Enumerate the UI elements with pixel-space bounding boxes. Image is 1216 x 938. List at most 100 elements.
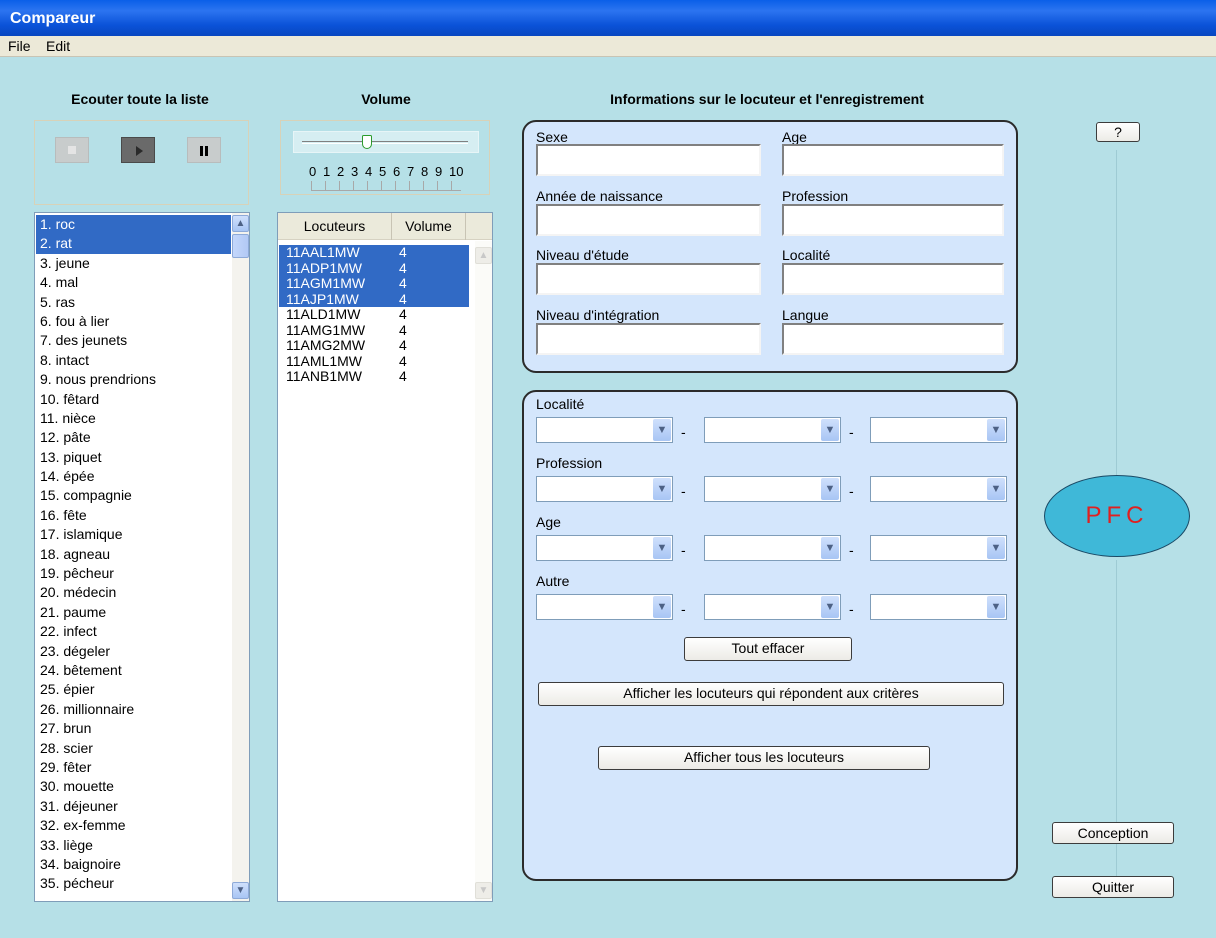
column-header-volume[interactable]: Volume (392, 213, 466, 240)
column-header-locuteurs[interactable]: Locuteurs (278, 213, 392, 240)
word-list-item[interactable]: 19. pêcheur (36, 564, 231, 583)
word-list-item[interactable]: 30. mouette (36, 777, 231, 796)
word-list-item[interactable]: 20. médecin (36, 583, 231, 602)
field-sexe[interactable] (536, 144, 761, 176)
speaker-row[interactable]: 11ANB1MW 4 (279, 369, 469, 385)
word-list-item[interactable]: 3. jeune (36, 254, 231, 273)
word-list-item[interactable]: 21. paume (36, 603, 231, 622)
quit-button[interactable]: Quitter (1052, 876, 1174, 898)
filter-localite-select-1[interactable]: ▼ (536, 417, 673, 443)
word-list-item[interactable]: 24. bêtement (36, 661, 231, 680)
word-list-item[interactable]: 33. liège (36, 836, 231, 855)
word-list-scroll-thumb[interactable] (232, 234, 249, 258)
chevron-down-icon[interactable]: ▼ (987, 419, 1005, 441)
speakers-scrollbar[interactable]: ▲ ▼ (475, 241, 492, 901)
speaker-volume: 4 (399, 368, 407, 384)
filter-autre-select-2[interactable]: ▼ (704, 594, 841, 620)
word-list-scrollbar[interactable]: ▲ ▼ (232, 213, 249, 901)
word-list-item[interactable]: 9. nous prendrions (36, 370, 231, 389)
word-list-item[interactable]: 31. déjeuner (36, 797, 231, 816)
speaker-row[interactable]: 11AML1MW 4 (279, 353, 469, 370)
chevron-down-icon[interactable]: ▼ (653, 419, 671, 441)
menu-file[interactable]: File (8, 38, 31, 54)
field-age[interactable] (782, 144, 1004, 176)
word-list-item[interactable]: 13. piquet (36, 448, 231, 467)
speaker-row[interactable]: 11AMG1MW 4 (279, 322, 469, 339)
word-list-item[interactable]: 5. ras (36, 293, 231, 312)
filter-profession-select-1[interactable]: ▼ (536, 476, 673, 502)
chevron-down-icon[interactable]: ▼ (821, 537, 839, 559)
pause-button[interactable] (187, 137, 221, 163)
word-list-item[interactable]: 15. compagnie (36, 486, 231, 505)
speaker-row[interactable]: 11AMG2MW 4 (279, 338, 469, 354)
speaker-row[interactable]: 11AJP1MW 4 (279, 291, 469, 307)
conception-button[interactable]: Conception (1052, 822, 1174, 844)
word-list-item[interactable]: 2. rat (36, 234, 231, 254)
volume-slider-thumb[interactable] (362, 135, 372, 149)
field-niveau-etude[interactable] (536, 263, 761, 295)
word-list-item[interactable]: 25. épier (36, 680, 231, 699)
word-list-item[interactable]: 17. islamique (36, 525, 231, 544)
chevron-down-icon[interactable]: ▼ (987, 596, 1005, 618)
word-list-item[interactable]: 34. baignoire (36, 855, 231, 874)
speaker-row[interactable]: 11ADP1MW 4 (279, 260, 469, 276)
play-button[interactable] (121, 137, 155, 163)
word-list-item[interactable]: 8. intact (36, 351, 231, 370)
filter-localite-select-3[interactable]: ▼ (870, 417, 1007, 443)
field-langue[interactable] (782, 323, 1004, 355)
word-list-item[interactable]: 26. millionnaire (36, 700, 231, 719)
filter-autre-select-1[interactable]: ▼ (536, 594, 673, 620)
scroll-down-icon[interactable]: ▼ (232, 882, 249, 899)
word-list-item[interactable]: 6. fou à lier (36, 312, 231, 331)
word-list-item[interactable]: 12. pâte (36, 428, 231, 447)
word-list-item[interactable]: 16. fête (36, 506, 231, 525)
word-list-item[interactable]: 7. des jeunets (36, 331, 231, 350)
chevron-down-icon[interactable]: ▼ (821, 419, 839, 441)
scroll-down-icon[interactable]: ▼ (475, 882, 492, 899)
menu-edit[interactable]: Edit (46, 38, 70, 54)
stop-button[interactable] (55, 137, 89, 163)
word-list[interactable]: 1. roc 2. rat 3. jeune 4. mal 5. ras 6. fou à… (34, 212, 250, 902)
field-annee-naissance[interactable] (536, 204, 761, 236)
filter-profession-select-3[interactable]: ▼ (870, 476, 1007, 502)
word-list-item[interactable]: 22. infect (36, 622, 231, 641)
word-list-item[interactable]: 35. pécheur (36, 874, 231, 893)
filter-age-select-1[interactable]: ▼ (536, 535, 673, 561)
field-niveau-integration[interactable] (536, 323, 761, 355)
clear-button[interactable]: Tout effacer (684, 637, 852, 661)
chevron-down-icon[interactable]: ▼ (987, 537, 1005, 559)
scroll-up-icon[interactable]: ▲ (475, 247, 492, 264)
scroll-up-icon[interactable]: ▲ (232, 215, 249, 232)
filter-localite-select-2[interactable]: ▼ (704, 417, 841, 443)
chevron-down-icon[interactable]: ▼ (821, 478, 839, 500)
word-list-item[interactable]: 29. fêter (36, 758, 231, 777)
chevron-down-icon[interactable]: ▼ (987, 478, 1005, 500)
speakers-table[interactable]: Locuteurs Volume 11AAL1MW 4 11ADP1MW 4 11AGM… (277, 212, 493, 902)
filter-autre-select-3[interactable]: ▼ (870, 594, 1007, 620)
word-list-item[interactable]: 23. dégeler (36, 642, 231, 661)
show-matching-speakers-button[interactable]: Afficher les locuteurs qui répondent aux… (538, 682, 1004, 706)
chevron-down-icon[interactable]: ▼ (653, 537, 671, 559)
chevron-down-icon[interactable]: ▼ (821, 596, 839, 618)
word-list-item[interactable]: 14. épée (36, 467, 231, 486)
word-list-item[interactable]: 1. roc (36, 215, 231, 235)
chevron-down-icon[interactable]: ▼ (653, 478, 671, 500)
word-list-item[interactable]: 27. brun (36, 719, 231, 738)
word-list-item[interactable]: 18. agneau (36, 545, 231, 564)
word-list-item[interactable]: 32. ex-femme (36, 816, 231, 835)
chevron-down-icon[interactable]: ▼ (653, 596, 671, 618)
field-localite[interactable] (782, 263, 1004, 295)
speaker-row[interactable]: 11ALD1MW 4 (279, 307, 469, 323)
filter-age-select-3[interactable]: ▼ (870, 535, 1007, 561)
filter-age-select-2[interactable]: ▼ (704, 535, 841, 561)
speaker-row[interactable]: 11AGM1MW 4 (279, 276, 469, 292)
help-button[interactable]: ? (1096, 122, 1140, 142)
show-all-speakers-button[interactable]: Afficher tous les locuteurs (598, 746, 930, 770)
filter-profession-select-2[interactable]: ▼ (704, 476, 841, 502)
word-list-item[interactable]: 11. nièce (36, 409, 231, 428)
word-list-item[interactable]: 28. scier (36, 739, 231, 758)
word-list-item[interactable]: 4. mal (36, 273, 231, 292)
speaker-row[interactable]: 11AAL1MW 4 (279, 245, 469, 261)
field-profession[interactable] (782, 204, 1004, 236)
word-list-item[interactable]: 10. fêtard (36, 390, 231, 409)
